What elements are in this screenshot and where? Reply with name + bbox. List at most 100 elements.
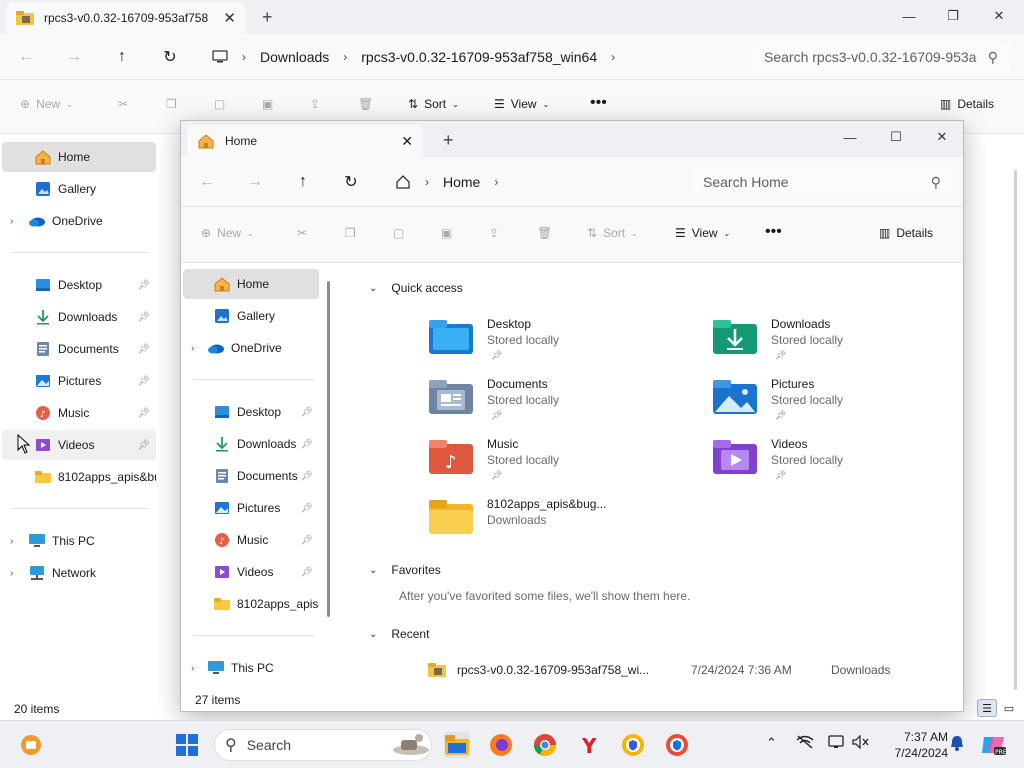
view-button[interactable]: ☰ View ⌄ [494,97,549,111]
sidebar-item-documents[interactable]: Documents 📌︎ [2,334,156,364]
share-button[interactable]: ⇪ [489,226,499,240]
forward-button[interactable]: → [243,170,267,194]
delete-button[interactable]: 🗑︎ [358,97,373,111]
vertical-scrollbar[interactable] [1014,170,1017,690]
rename-button[interactable]: ▣ [441,226,452,240]
copy-button[interactable]: ❐ [345,226,356,240]
sort-button[interactable]: ⇅ Sort ⌄ [587,226,638,240]
volume-muted-icon[interactable] [852,734,870,752]
close-tab-icon[interactable]: ✕ [223,9,236,27]
breadcrumb-home[interactable]: Home [443,174,480,190]
breadcrumb-downloads[interactable]: Downloads [260,49,329,65]
close-button[interactable]: ✕ [976,4,1022,28]
sort-button[interactable]: ⇅ Sort ⌄ [408,97,459,111]
sidebar-item-music[interactable]: ♪ Music 📌︎ [2,398,156,428]
notification-bell-icon[interactable] [950,735,964,754]
chevron-right-icon[interactable]: › [10,568,24,579]
paste-button[interactable]: ▢ [393,226,404,240]
more-options-button[interactable]: ••• [765,223,782,241]
quick-access-downloads[interactable]: Downloads Stored locally 📌︎ [713,317,973,373]
yandex-browser-icon[interactable]: Y [576,732,602,758]
sidebar-item-downloads[interactable]: Downloads 📌︎ [183,429,319,459]
maximize-button[interactable]: ❐ [930,4,976,28]
rename-button[interactable]: ▣ [262,97,273,111]
quick-access-desktop[interactable]: Desktop Stored locally 📌︎ [429,317,689,373]
new-tab-button[interactable]: + [443,130,454,151]
firefox-icon[interactable] [488,732,514,758]
back-button[interactable]: ← [14,45,38,69]
sidebar-item-onedrive[interactable]: › OneDrive [2,206,156,236]
sidebar-item-network[interactable]: › Network [2,558,156,588]
file-explorer-taskbar-button[interactable] [444,732,470,758]
minimize-button[interactable]: — [827,125,873,149]
browser-vpn-icon[interactable] [664,732,690,758]
sidebar-scrollbar[interactable] [327,281,330,617]
sidebar-item-home[interactable]: Home [2,142,156,172]
sidebar-item-onedrive[interactable]: › OneDrive [183,333,319,363]
new-button[interactable]: ⊕ New ⌄ [20,97,73,111]
cut-button[interactable]: ✂ [118,97,128,111]
browser-shield-icon[interactable] [620,732,646,758]
sidebar-item-videos[interactable]: Videos 📌︎ [183,557,319,587]
sidebar-item-home[interactable]: Home [183,269,319,299]
quick-access-header[interactable]: ⌄ Quick access [369,281,463,295]
chevron-right-icon[interactable]: › [191,663,205,674]
sidebar-item-pictures[interactable]: Pictures 📌︎ [183,493,319,523]
up-button[interactable]: ↑ [110,45,134,69]
maximize-button[interactable]: ☐ [873,125,919,149]
new-button[interactable]: ⊕ New ⌄ [201,226,254,240]
sidebar-item-gallery[interactable]: Gallery [183,301,319,331]
cut-button[interactable]: ✂ [297,226,307,240]
start-button[interactable] [174,732,200,758]
address-bar[interactable]: › Downloads › rpcs3-v0.0.32-16709-953af7… [200,42,740,72]
tab-home[interactable]: Home ✕ [187,125,423,157]
chevron-right-icon[interactable]: › [10,536,24,547]
sidebar-item-gallery[interactable]: Gallery [2,174,156,204]
favorites-header[interactable]: ⌄ Favorites [369,563,441,577]
quick-access-folder[interactable]: 8102apps_apis&bug... Downloads [429,497,689,553]
sidebar-item-downloads[interactable]: Downloads 📌︎ [2,302,156,332]
sidebar-item-folder[interactable]: 8102apps_apis& [183,589,319,619]
minimize-button[interactable]: — [886,4,932,28]
recent-header[interactable]: ⌄ Recent [369,627,429,641]
sidebar-item-thispc[interactable]: › This PC [2,526,156,556]
close-tab-icon[interactable]: ✕ [401,133,413,150]
network-offline-icon[interactable] [796,735,814,752]
quick-access-videos[interactable]: Videos Stored locally 📌︎ [713,437,973,493]
tiles-view-toggle[interactable]: ▭ [999,699,1019,717]
paste-button[interactable]: ▢ [214,97,225,111]
sidebar-item-desktop[interactable]: Desktop 📌︎ [2,270,156,300]
up-button[interactable]: ↑ [291,170,315,194]
address-bar[interactable]: › Home › [385,167,675,197]
display-icon[interactable] [828,735,846,752]
sidebar-item-music[interactable]: ♪ Music 📌︎ [183,525,319,555]
back-button[interactable]: ← [195,170,219,194]
sidebar-item-documents[interactable]: Documents 📌︎ [183,461,319,491]
chevron-right-icon[interactable]: › [191,343,205,354]
copilot-icon[interactable]: PRE [980,732,1006,758]
copy-button[interactable]: ❐ [166,97,177,111]
taskbar-search[interactable]: ⚲ Search [214,729,432,761]
recent-row[interactable]: rpcs3-v0.0.32-16709-953af758_wi... 7/24/… [425,659,945,681]
quick-access-pictures[interactable]: Pictures Stored locally 📌︎ [713,377,973,433]
sidebar-item-pictures[interactable]: Pictures 📌︎ [2,366,156,396]
view-button[interactable]: ☰ View ⌄ [675,226,730,240]
close-button[interactable]: ✕ [919,125,965,149]
refresh-button[interactable]: ↻ [339,170,363,194]
more-options-button[interactable]: ••• [590,94,607,112]
search-box[interactable]: Search Home ⚲ [691,167,953,197]
breadcrumb-rpcs3[interactable]: rpcs3-v0.0.32-16709-953af758_win64 [361,49,597,65]
sidebar-item-desktop[interactable]: Desktop 📌︎ [183,397,319,427]
new-tab-button[interactable]: + [262,7,273,28]
quick-access-documents[interactable]: Documents Stored locally 📌︎ [429,377,689,433]
sidebar-item-thispc[interactable]: › This PC [183,653,319,683]
sidebar-item-folder[interactable]: 8102apps_apis&bug [2,462,156,492]
details-view-toggle[interactable]: ☰ [977,699,997,717]
forward-button[interactable]: → [62,45,86,69]
chrome-icon[interactable] [532,732,558,758]
details-button[interactable]: ▥ Details [940,97,994,111]
delete-button[interactable]: 🗑︎ [537,226,552,240]
refresh-button[interactable]: ↻ [158,45,182,69]
search-box[interactable]: Search rpcs3-v0.0.32-16709-953a ⚲ [752,42,1010,72]
widgets-icon[interactable] [18,732,44,758]
